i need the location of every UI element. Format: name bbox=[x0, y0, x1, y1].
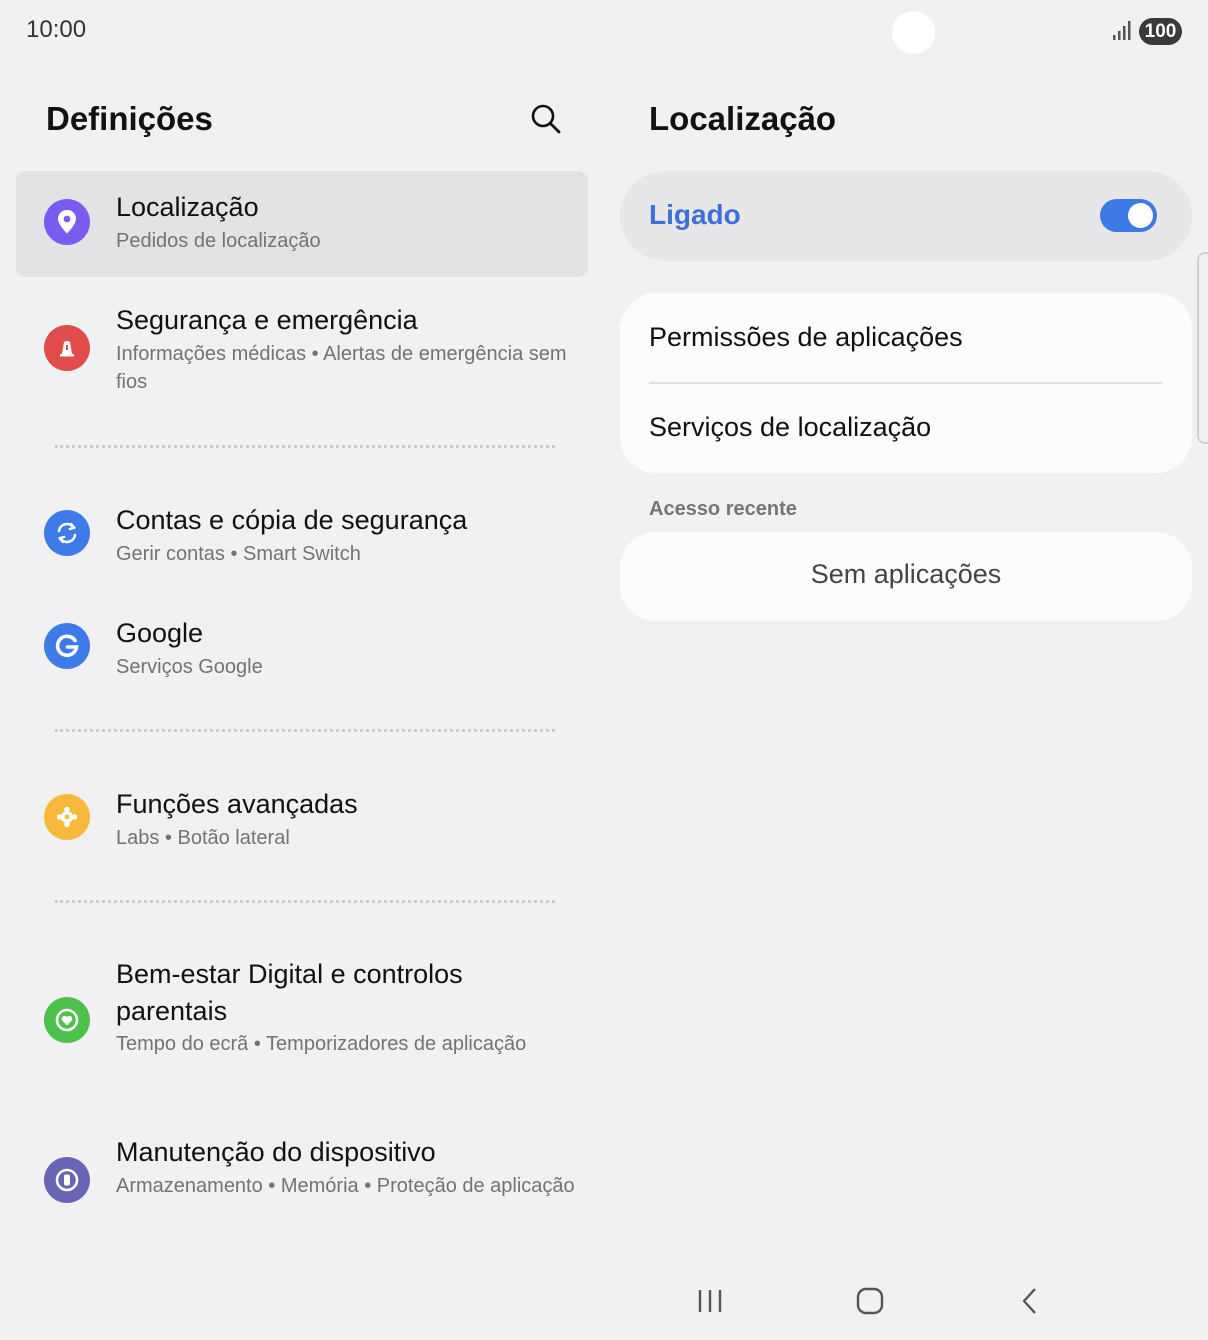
google-icon bbox=[44, 623, 90, 669]
recents-icon bbox=[698, 1290, 722, 1312]
settings-item-google[interactable]: Google Serviços Google bbox=[16, 607, 588, 697]
item-subtitle: Serviços Google bbox=[116, 656, 263, 678]
item-title: Google bbox=[116, 618, 204, 648]
sync-icon bbox=[44, 510, 90, 556]
location-services-option[interactable]: Serviços de localização bbox=[649, 412, 931, 443]
page-title: Definições bbox=[46, 100, 213, 137]
panel-resize-handle[interactable] bbox=[1197, 252, 1208, 444]
recent-access-header: Acesso recente bbox=[649, 498, 797, 520]
location-switch[interactable] bbox=[1100, 199, 1157, 232]
back-button[interactable] bbox=[1000, 1282, 1060, 1320]
item-subtitle: Pedidos de localização bbox=[116, 230, 321, 252]
puzzle-gear-icon bbox=[44, 794, 90, 840]
camera-cutout bbox=[892, 11, 935, 54]
item-subtitle: Labs • Botão lateral bbox=[116, 827, 290, 849]
item-title: Contas e cópia de segurança bbox=[116, 505, 468, 535]
section-divider bbox=[55, 900, 555, 903]
location-options-card: Permissões de aplicações Serviços de loc… bbox=[620, 293, 1192, 473]
home-button[interactable] bbox=[840, 1282, 900, 1320]
location-toggle-card[interactable]: Ligado bbox=[620, 171, 1192, 261]
item-subtitle: Informações médicas • Alertas de emergên… bbox=[116, 343, 567, 393]
detail-title: Localização bbox=[649, 100, 837, 137]
item-title: Localização bbox=[116, 192, 259, 222]
item-subtitle: Armazenamento • Memória • Proteção de ap… bbox=[116, 1175, 575, 1197]
recents-button[interactable] bbox=[680, 1282, 740, 1320]
item-title: Funções avançadas bbox=[116, 789, 358, 819]
item-title: Bem-estar Digital e controlos parentais bbox=[116, 959, 463, 1026]
section-divider bbox=[55, 445, 555, 448]
toggle-label: Ligado bbox=[649, 199, 741, 230]
settings-item-accounts-backup[interactable]: Contas e cópia de segurança Gerir contas… bbox=[16, 494, 588, 584]
settings-item-safety-emergency[interactable]: Segurança e emergência Informações médic… bbox=[16, 294, 588, 414]
settings-item-digital-wellbeing[interactable]: Bem-estar Digital e controlos parentais … bbox=[16, 952, 588, 1102]
no-apps-text: Sem aplicações bbox=[810, 559, 1002, 589]
recent-access-card: Sem aplicações bbox=[620, 532, 1192, 621]
status-time: 10:00 bbox=[26, 16, 87, 43]
item-subtitle: Tempo do ecrã • Temporizadores de aplica… bbox=[116, 1033, 527, 1055]
section-divider bbox=[55, 729, 555, 732]
battery-indicator: 100 bbox=[1139, 18, 1182, 45]
wellbeing-icon bbox=[44, 997, 90, 1043]
settings-item-advanced-features[interactable]: Funções avançadas Labs • Botão lateral bbox=[16, 778, 588, 868]
settings-item-device-care[interactable]: Manutenção do dispositivo Armazenamento … bbox=[16, 1132, 588, 1242]
settings-item-location[interactable]: Localização Pedidos de localização bbox=[16, 171, 588, 277]
app-permissions-option[interactable]: Permissões de aplicações bbox=[649, 322, 963, 353]
item-title: Segurança e emergência bbox=[116, 305, 418, 335]
option-divider bbox=[649, 382, 1163, 384]
device-care-icon bbox=[44, 1157, 90, 1203]
home-icon bbox=[856, 1287, 884, 1315]
item-title: Manutenção do dispositivo bbox=[116, 1137, 436, 1167]
search-button[interactable] bbox=[526, 99, 566, 139]
settings-screen: 10:00 100 Definições Localização Pedidos… bbox=[0, 0, 1208, 1340]
location-pin-icon bbox=[44, 199, 90, 245]
emergency-icon bbox=[44, 325, 90, 371]
search-icon bbox=[531, 104, 561, 134]
item-subtitle: Gerir contas • Smart Switch bbox=[116, 543, 361, 565]
back-icon bbox=[1022, 1288, 1036, 1314]
signal-icon bbox=[1113, 21, 1131, 40]
switch-knob bbox=[1128, 203, 1153, 228]
